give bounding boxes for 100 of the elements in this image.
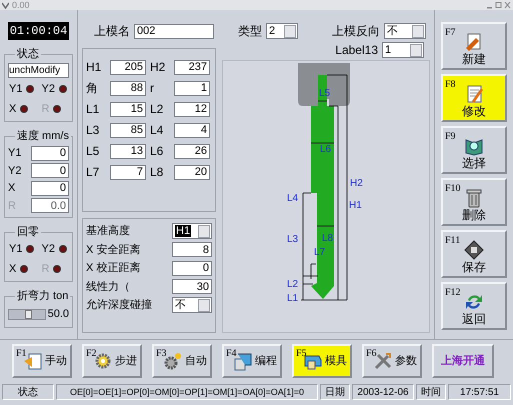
param-label: r [150, 80, 155, 97]
input-field[interactable]: 0 [31, 180, 69, 196]
setting-label: 允许深度碰撞 [86, 298, 152, 313]
dimension-label: H1 [349, 201, 362, 211]
app-icon [2, 2, 9, 8]
param-label: L8 [150, 164, 164, 181]
field-label: 上模名 [94, 23, 131, 40]
window-controls-icon [487, 2, 511, 8]
status-cell: 时间 [416, 384, 446, 400]
input-field[interactable]: 237 [174, 60, 210, 74]
status-cell: OE[0]=OE[1]=OP[0]=OM[0]=OP[1]=OM[1]=OA[0]=OA[1]=0 [56, 384, 318, 400]
input-field[interactable]: 1 [174, 80, 210, 96]
function-button[interactable]: F3 自动 [152, 344, 212, 378]
dimension-label: L1 [287, 294, 298, 304]
field-label: 类型 [238, 23, 262, 40]
input-field[interactable]: 4 [174, 122, 210, 138]
input-field[interactable]: 8 [172, 242, 212, 258]
input-field[interactable]: unchModify [8, 63, 69, 78]
indicator-lamp [53, 104, 62, 113]
window-title: 0.00 [12, 0, 30, 10]
input-field[interactable]: 7 [110, 164, 146, 180]
input-field[interactable]: 30 [172, 279, 212, 294]
input-field[interactable]: 0 [31, 146, 69, 161]
setting-label: X 校正距离 [86, 260, 140, 276]
digital-clock: 01:00:04 [8, 22, 69, 40]
row-label: X [8, 181, 16, 196]
row-label: Y2 [8, 164, 22, 178]
status-cell: 日期 [320, 384, 350, 400]
setting-label: X 安全距离 [86, 242, 140, 258]
dropdown-value: 2 [269, 24, 276, 37]
input-field[interactable]: 26 [174, 144, 210, 158]
group-title: 回零 [15, 225, 41, 239]
input-field[interactable]: 88 [110, 80, 146, 96]
function-button[interactable]: F2 步进 [82, 344, 142, 378]
setting-label: 基准高度 [86, 224, 130, 239]
param-label: L3 [86, 122, 100, 139]
param-label: H1 [86, 59, 102, 76]
toolbar-button[interactable]: F11 保存 [441, 230, 507, 278]
dropdown-value: 1 [385, 44, 392, 56]
function-button[interactable]: F4 编程 [222, 344, 282, 378]
param-label: L5 [86, 143, 100, 160]
slider-thumb[interactable] [25, 310, 32, 319]
param-label: L4 [150, 122, 164, 139]
function-button[interactable]: F6 参数 [362, 344, 422, 378]
input-field[interactable]: 13 [110, 144, 146, 158]
indicator-lamp [26, 85, 34, 94]
logo-button[interactable]: 上海开通 [432, 344, 494, 378]
indicator-lamp [20, 104, 28, 113]
dropdown-value: 不 [175, 299, 186, 311]
function-button[interactable]: F5 模具 [292, 344, 352, 378]
input-field[interactable]: 12 [174, 102, 210, 116]
dropdown[interactable]: 不 [384, 23, 426, 39]
dropdown-value: 不 [387, 24, 398, 37]
lamp-label: X [9, 102, 16, 116]
status-cell: 状态 [2, 384, 54, 400]
lamp-label: Y1 [9, 82, 22, 97]
input-field[interactable]: 0 [172, 260, 212, 276]
param-label: L1 [86, 101, 100, 118]
dropdown[interactable]: 1 [382, 42, 424, 58]
dropdown[interactable]: 2 [266, 23, 298, 39]
dimension-label: L4 [287, 194, 298, 204]
param-label: 角 [86, 80, 99, 97]
dropdown-value: H1 [175, 225, 192, 237]
indicator-lamp [26, 245, 34, 254]
group-title: 折弯力 ton [15, 289, 70, 303]
dimension-label: L3 [287, 235, 298, 245]
lamp-label: Y2 [42, 242, 55, 257]
button-icon [464, 240, 484, 260]
dropdown[interactable]: 不 [172, 297, 212, 314]
lamp-label: Y2 [42, 82, 55, 97]
toolbar-button[interactable]: F12 返回 [441, 282, 507, 330]
input-field[interactable]: 002 [134, 24, 214, 38]
function-button[interactable]: F1 手动 [12, 344, 72, 378]
input-field[interactable]: 15 [110, 102, 146, 116]
indicator-lamp [20, 264, 28, 273]
input-field[interactable]: 85 [110, 122, 146, 138]
toolbar-button[interactable]: F10 删除 [441, 178, 507, 226]
force-reading: 50.0 [48, 307, 69, 322]
input-field[interactable]: 0 [31, 163, 69, 178]
input-field[interactable]: 205 [110, 60, 146, 74]
dropdown[interactable]: H1 [172, 223, 212, 240]
param-label: H2 [150, 59, 166, 76]
field-label: 上模反向 [332, 23, 380, 40]
dimension-label: L6 [320, 145, 332, 155]
indicator-lamp [58, 245, 67, 254]
status-cell: 17:57:51 [448, 384, 511, 400]
lamp-label: Y1 [9, 242, 22, 257]
param-label: L2 [150, 101, 164, 118]
toolbar-button[interactable]: F8 修改 [441, 74, 507, 122]
indicator-lamp [53, 264, 62, 273]
toolbar-button[interactable]: F7 新建 [441, 22, 507, 70]
status-cell: 2003-12-06 [352, 384, 414, 400]
row-label: Y1 [8, 146, 22, 161]
input-field[interactable]: 20 [174, 164, 210, 180]
lamp-label: X [9, 262, 16, 276]
slider[interactable] [8, 308, 46, 320]
dimension-label: L8 [322, 234, 334, 244]
param-label: L7 [86, 164, 100, 181]
toolbar-button[interactable]: F9 选择 [441, 126, 507, 174]
button-icon [464, 188, 484, 208]
